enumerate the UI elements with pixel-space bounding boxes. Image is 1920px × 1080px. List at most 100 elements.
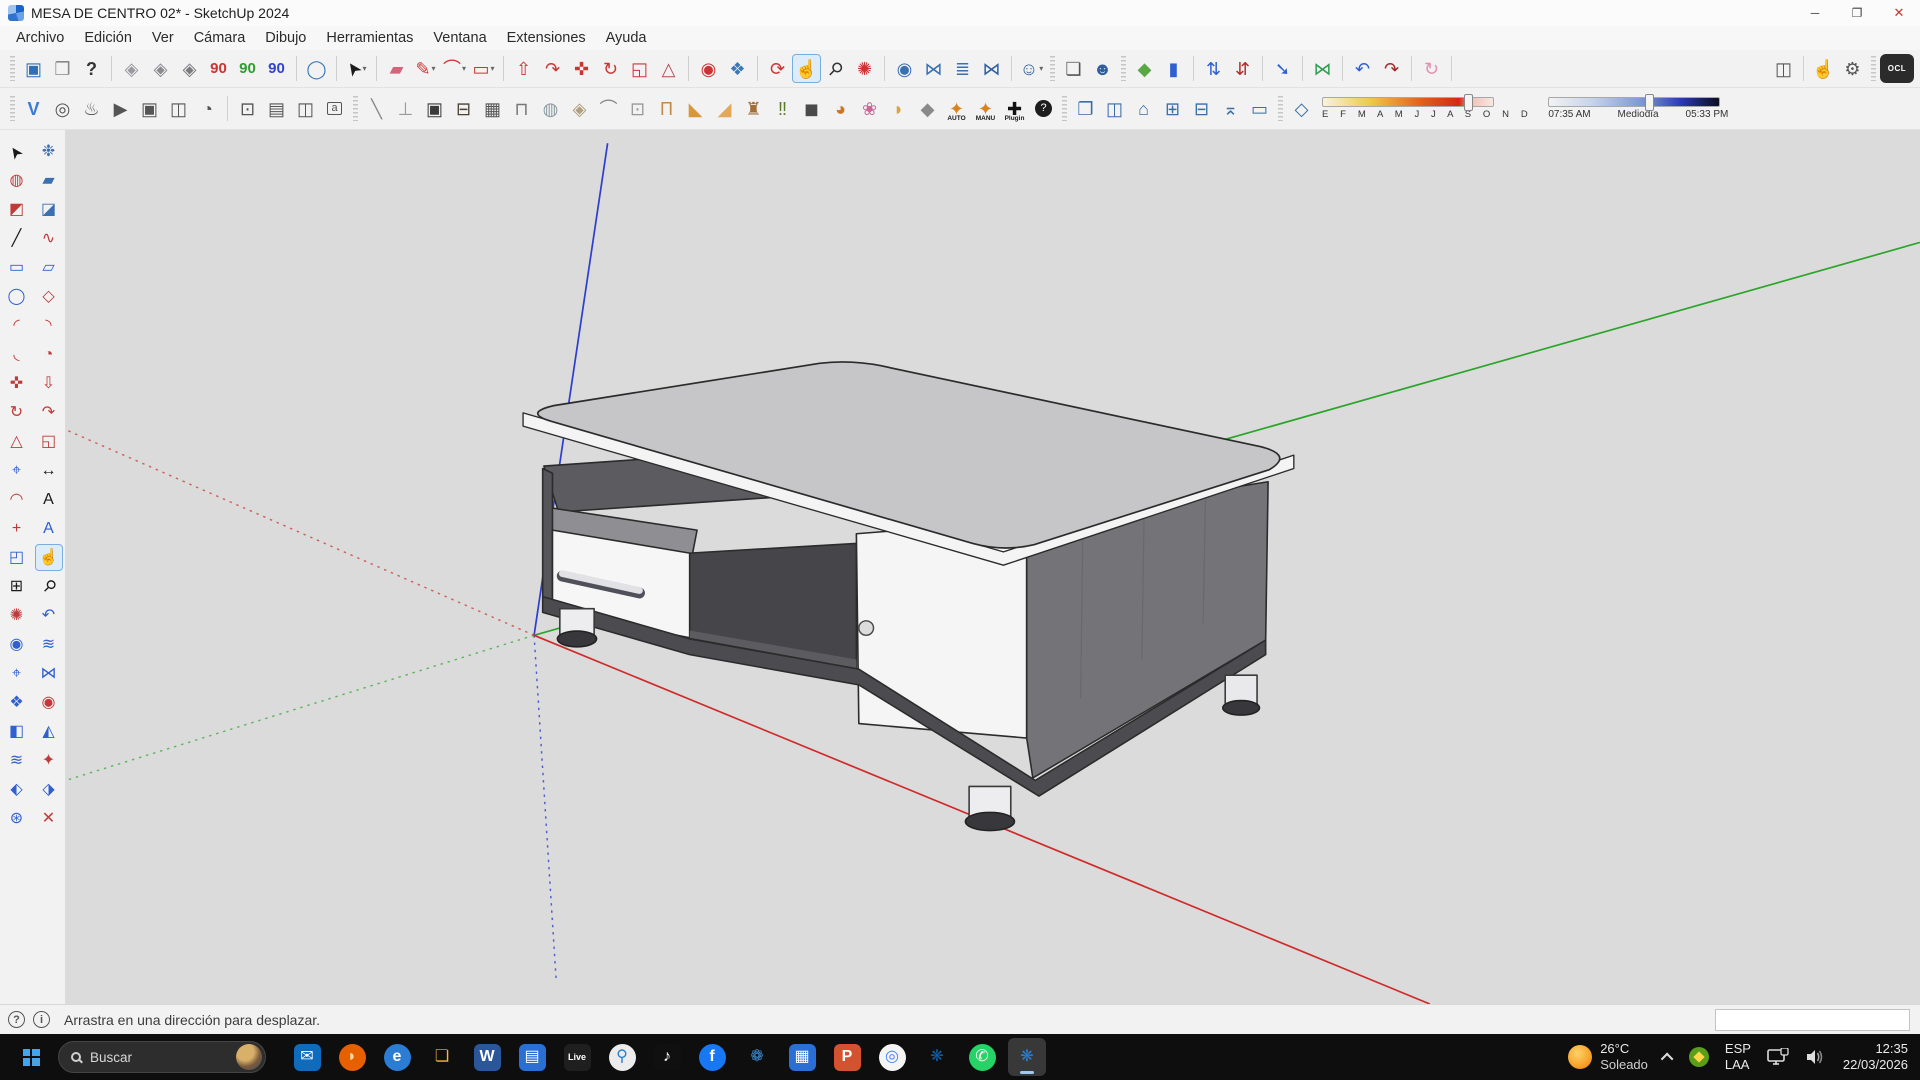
bin-component-button[interactable]: ◼ xyxy=(797,94,826,123)
taskbar-search[interactable]: Buscar xyxy=(58,1041,266,1073)
time-gradient-track[interactable] xyxy=(1548,97,1720,107)
sink-component-button[interactable]: ◍ xyxy=(536,94,565,123)
threed-text-tool[interactable]: A xyxy=(35,515,63,542)
outlet-component-button[interactable]: ⊡ xyxy=(623,94,652,123)
line-tool[interactable]: ╱ xyxy=(3,225,31,252)
paint-bucket-tool[interactable]: ❖ xyxy=(3,689,31,716)
fruitbowl-component-button[interactable]: ◕ xyxy=(826,94,855,123)
edge-app[interactable]: e xyxy=(378,1038,416,1076)
extension-d-tool[interactable]: ⊛ xyxy=(3,805,31,832)
account-button[interactable]: ☺▾ xyxy=(1017,54,1046,83)
oven-component-button[interactable]: ▣ xyxy=(420,94,449,123)
arch-rect-button[interactable]: ▭ xyxy=(1245,94,1274,123)
zoom-window-tool[interactable]: ⊞ xyxy=(3,573,31,600)
measurements-input[interactable] xyxy=(1715,1009,1910,1031)
vray-frame-buffer-button[interactable]: ▣ xyxy=(135,94,164,123)
scale-tool-button[interactable]: ◱ xyxy=(625,54,654,83)
polygon-tool[interactable]: ◇ xyxy=(35,283,63,310)
arch-wardrobe-button[interactable]: ⊞ xyxy=(1158,94,1187,123)
styles-button[interactable]: ▣ xyxy=(19,54,48,83)
minimize-button[interactable]: ─ xyxy=(1794,0,1836,26)
toolbar-drag-handle[interactable] xyxy=(1871,56,1876,81)
angle-blue-button[interactable]: 90 xyxy=(262,54,291,83)
look-around-tool[interactable]: ⌖ xyxy=(3,660,31,687)
shadow-date-slider[interactable]: E F M A M J J A S O N D xyxy=(1322,97,1532,120)
plane-side-button[interactable]: ◈ xyxy=(146,54,175,83)
maximize-button[interactable]: ❐ xyxy=(1836,0,1878,26)
rotate-tool-button[interactable]: ↻ xyxy=(596,54,625,83)
move-tool-button[interactable]: ✜ xyxy=(567,54,596,83)
toolbar-drag-handle[interactable] xyxy=(1121,56,1126,81)
counter-component-button[interactable]: ◣ xyxy=(681,94,710,123)
three-point-arc-tool[interactable]: ◟ xyxy=(3,341,31,368)
previous-view-tool[interactable]: ↶ xyxy=(35,602,63,629)
menu-camara[interactable]: Cámara xyxy=(184,28,256,48)
flowers-component-button[interactable]: ❀ xyxy=(855,94,884,123)
tiles-component-button[interactable]: ◈ xyxy=(565,94,594,123)
section-tool[interactable]: ◰ xyxy=(3,544,31,571)
plugin-help-button[interactable]: ? xyxy=(1029,94,1058,123)
selection-arrow-button[interactable]: ➘ xyxy=(1268,54,1297,83)
model-info-button[interactable]: ❒ xyxy=(48,54,77,83)
select-tool[interactable]: ➤ xyxy=(3,138,31,165)
tray-chevron-icon[interactable] xyxy=(1661,1052,1674,1065)
stand-component-button[interactable]: ⊥ xyxy=(391,94,420,123)
cooktop-component-button[interactable]: ▦ xyxy=(478,94,507,123)
toolbar-drag-handle[interactable] xyxy=(1278,96,1283,121)
toolbar-drag-handle[interactable] xyxy=(10,56,15,81)
dimension-tool[interactable]: ↔ xyxy=(35,457,63,484)
axes-tool[interactable]: + xyxy=(3,515,31,542)
arch-door-button[interactable]: ❐ xyxy=(1071,94,1100,123)
date-gradient-track[interactable] xyxy=(1322,97,1494,107)
arc-tool[interactable]: ◜ xyxy=(3,312,31,339)
facebook-app[interactable]: f xyxy=(693,1038,731,1076)
freehand-tool[interactable]: ∿ xyxy=(35,225,63,252)
arc-tool-button[interactable]: ⌒▾ xyxy=(440,54,469,83)
date-slider-thumb[interactable] xyxy=(1464,94,1473,111)
ocl-camera-button[interactable]: OCL xyxy=(1880,54,1914,83)
zoom-selection-button[interactable]: ◯ xyxy=(302,54,331,83)
component-tool[interactable]: ◍ xyxy=(3,167,31,194)
position-camera-button[interactable]: ◉ xyxy=(890,54,919,83)
network-display-icon[interactable] xyxy=(1767,1048,1789,1066)
menu-edicion[interactable]: Edición xyxy=(74,28,142,48)
scale-tool[interactable]: ◱ xyxy=(35,428,63,455)
menu-extensiones[interactable]: Extensiones xyxy=(497,28,596,48)
import-button[interactable]: ⇅ xyxy=(1199,54,1228,83)
extension-b-tool[interactable]: ⬖ xyxy=(3,776,31,803)
dessert-component-button[interactable]: ◗ xyxy=(884,94,913,123)
lock-button[interactable]: a xyxy=(320,94,349,123)
manual-mode-button[interactable]: ✦MANU xyxy=(971,94,1000,123)
followme-tool[interactable]: ↷ xyxy=(35,399,63,426)
extension-curve-button[interactable]: ↻ xyxy=(1417,54,1446,83)
new-file-button[interactable]: ❏ xyxy=(1059,54,1088,83)
toolbar-drag-handle[interactable] xyxy=(10,96,15,121)
shadow-time-slider[interactable]: 07:35 AM Mediodía 05:33 PM xyxy=(1548,97,1728,120)
line-tool-button[interactable]: ✎▾ xyxy=(411,54,440,83)
vray-render-last-button[interactable]: ▶ xyxy=(106,94,135,123)
material-sample-tool[interactable]: ◉ xyxy=(35,689,63,716)
menu-ver[interactable]: Ver xyxy=(142,28,184,48)
extension-e-tool[interactable]: ✕ xyxy=(35,805,63,832)
model-viewport[interactable] xyxy=(66,130,1920,1004)
msn-app[interactable]: ❁ xyxy=(738,1038,776,1076)
material-a-button[interactable]: ◆ xyxy=(1130,54,1159,83)
rectangle-tool[interactable]: ▭ xyxy=(3,254,31,281)
look-around-button[interactable]: ⋈ xyxy=(919,54,948,83)
shadow-toggle-button[interactable]: ◇ xyxy=(1287,94,1316,123)
live-app[interactable]: Live xyxy=(558,1038,596,1076)
open-panel-button[interactable]: ◫ xyxy=(1769,54,1798,83)
panel-frame-button[interactable]: ⊡ xyxy=(233,94,262,123)
section-display-tool[interactable]: ⋈ xyxy=(35,660,63,687)
arch-house-button[interactable]: ⌂ xyxy=(1129,94,1158,123)
material-b-button[interactable]: ▮ xyxy=(1159,54,1188,83)
extension-c-tool[interactable]: ⬗ xyxy=(35,776,63,803)
rotated-rectangle-tool[interactable]: ▱ xyxy=(35,254,63,281)
menu-ventana[interactable]: Ventana xyxy=(423,28,496,48)
pushpull-tool[interactable]: ⇩ xyxy=(35,370,63,397)
zoom-tool-button[interactable]: ⚲ xyxy=(821,54,850,83)
zoom-tool[interactable]: ⚲ xyxy=(35,573,63,600)
rectangle-tool-button[interactable]: ▭▾ xyxy=(469,54,498,83)
toolbar-drag-handle[interactable] xyxy=(1062,96,1067,121)
followme-tool-button[interactable]: ↷ xyxy=(538,54,567,83)
